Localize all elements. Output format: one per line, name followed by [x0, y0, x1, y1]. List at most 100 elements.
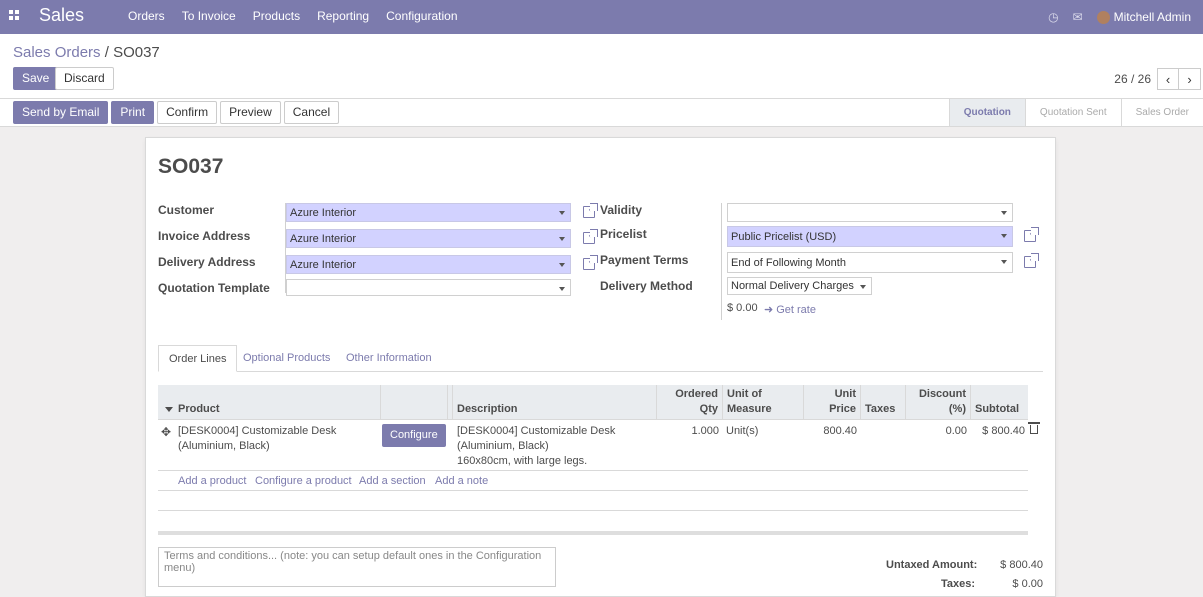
page-title: SO037 — [158, 155, 224, 178]
caret-down-icon[interactable] — [165, 407, 173, 412]
stage-quotation-sent[interactable]: Quotation Sent — [1024, 99, 1121, 126]
order-lines-table: Product Description Ordered Qty Unit of Me… — [158, 385, 1040, 511]
chevron-down-icon — [559, 237, 565, 241]
column-description[interactable]: Description — [453, 385, 657, 420]
row-discount[interactable]: 0.00 — [906, 424, 967, 439]
stage-sales-order[interactable]: Sales Order — [1120, 99, 1203, 126]
cancel-button[interactable]: Cancel — [283, 101, 340, 124]
pager: 26 / 26 ‹ › — [1114, 68, 1203, 90]
invoice-address-label: Invoice Address — [158, 229, 251, 243]
column-discount-line1: Discount — [918, 388, 966, 400]
column-ordered-qty-line1: Ordered — [675, 388, 718, 400]
external-link-icon[interactable] — [1024, 253, 1039, 268]
menu-item-to-invoice[interactable]: To Invoice — [182, 9, 236, 23]
avatar[interactable] — [1096, 10, 1110, 24]
add-section-link[interactable]: Add a section — [359, 475, 426, 487]
row-qty[interactable]: 1.000 — [657, 424, 719, 439]
external-link-icon[interactable] — [583, 229, 598, 244]
app-title[interactable]: Sales — [39, 5, 84, 26]
payment-terms-field[interactable]: End of Following Month — [727, 252, 1013, 273]
column-discount[interactable]: Discount (%) — [906, 385, 971, 420]
invoice-address-field[interactable]: Azure Interior — [286, 229, 571, 248]
menu-item-configuration[interactable]: Configuration — [386, 9, 457, 23]
apps-icon[interactable] — [9, 10, 19, 20]
table-row[interactable]: ✥ [DESK0004] Customizable Desk (Aluminiu… — [158, 420, 1040, 471]
column-unit-price[interactable]: Unit Price — [804, 385, 861, 420]
system-tray: ◷ ✉ Mitchell Admin — [1048, 0, 1203, 34]
column-subtotal[interactable]: Subtotal — [971, 385, 1028, 420]
column-discount-line2: (%) — [948, 403, 966, 415]
top-navbar: Sales Orders To Invoice Products Reporti… — [0, 0, 1203, 34]
external-link-icon[interactable] — [583, 203, 598, 218]
add-product-link[interactable]: Add a product — [178, 475, 247, 487]
external-link-icon[interactable] — [1024, 227, 1039, 242]
terms-and-conditions-input[interactable]: Terms and conditions... (note: you can s… — [158, 547, 556, 587]
column-unit-price-label: Unit Price — [829, 387, 856, 417]
delivery-method-field[interactable]: Normal Delivery Charges — [727, 277, 872, 295]
action-buttons: Send by Email Print Confirm Preview Canc… — [13, 101, 342, 124]
discard-button[interactable]: Discard — [55, 67, 114, 90]
pricelist-value: Public Pricelist (USD) — [731, 231, 837, 243]
row-unit-price[interactable]: 800.40 — [804, 424, 857, 439]
pager-next-button[interactable]: › — [1179, 68, 1201, 90]
tab-other-information[interactable]: Other Information — [336, 345, 442, 372]
drag-handle-icon[interactable]: ✥ — [161, 425, 171, 439]
customer-field[interactable]: Azure Interior — [286, 203, 571, 222]
stage-quotation[interactable]: Quotation — [948, 99, 1025, 126]
tab-order-lines[interactable]: Order Lines — [158, 345, 238, 372]
breadcrumb-sales-orders[interactable]: Sales Orders — [13, 44, 101, 61]
validity-label: Validity — [600, 203, 643, 217]
form-sheet: SO037 Customer Azure Interior Invoice Ad… — [145, 137, 1056, 597]
validity-field[interactable] — [727, 203, 1013, 222]
column-unit-of-measure[interactable]: Unit of Measure — [723, 385, 804, 420]
chevron-left-icon: ‹ — [1165, 71, 1171, 87]
column-ordered-qty-label: Ordered Qty — [675, 387, 718, 417]
status-bar: Send by Email Print Confirm Preview Canc… — [0, 99, 1203, 127]
user-name[interactable]: Mitchell Admin — [1114, 10, 1191, 24]
trash-icon[interactable] — [1028, 422, 1040, 434]
pager-value[interactable]: 26 / 26 — [1114, 72, 1151, 86]
get-rate-link[interactable]: ➜ Get rate — [764, 303, 816, 316]
confirm-button[interactable]: Confirm — [157, 101, 218, 124]
tab-optional-products[interactable]: Optional Products — [233, 345, 340, 372]
empty-row — [158, 491, 1028, 511]
column-uom-label: Unit of Measure — [727, 387, 772, 417]
row-description[interactable]: [DESK0004] Customizable Desk (Aluminium,… — [457, 424, 615, 469]
row-product[interactable]: [DESK0004] Customizable Desk (Aluminium,… — [178, 424, 336, 454]
column-discount-label: Discount (%) — [919, 387, 966, 417]
row-product-line1: [DESK0004] Customizable Desk — [178, 425, 337, 437]
add-line-row: Add a product Configure a product Add a … — [158, 471, 1028, 491]
notebook-tabs: Order Lines Optional Products Other Info… — [158, 345, 1043, 372]
row-product-line2: (Aluminium, Black) — [178, 440, 270, 452]
quotation-template-field[interactable] — [286, 279, 571, 296]
configure-button[interactable]: Configure — [382, 424, 446, 447]
pager-previous-button[interactable]: ‹ — [1157, 68, 1179, 90]
column-product[interactable]: Product — [174, 385, 381, 420]
print-button[interactable]: Print — [111, 101, 155, 124]
taxes-label: Taxes: — [941, 578, 976, 590]
untaxed-amount-label: Untaxed Amount: — [886, 559, 978, 571]
clock-icon[interactable]: ◷ — [1048, 10, 1058, 24]
menu-item-products[interactable]: Products — [253, 9, 300, 23]
preview-button[interactable]: Preview — [220, 101, 281, 124]
menu-item-reporting[interactable]: Reporting — [317, 9, 369, 23]
payment-terms-label: Payment Terms — [600, 253, 689, 267]
external-link-icon[interactable] — [583, 255, 598, 270]
taxes-value: $ 0.00 — [1012, 578, 1043, 590]
get-rate-label: Get rate — [776, 304, 816, 316]
save-button[interactable]: Save — [13, 67, 59, 90]
delivery-address-field[interactable]: Azure Interior — [286, 255, 571, 274]
column-unit-price-line2: Price — [829, 403, 856, 415]
row-uom[interactable]: Unit(s) — [726, 424, 758, 439]
add-note-link[interactable]: Add a note — [435, 475, 488, 487]
send-by-email-button[interactable]: Send by Email — [13, 101, 109, 124]
menu-item-orders[interactable]: Orders — [128, 9, 165, 23]
arrow-right-icon: ➜ — [764, 304, 774, 316]
horizontal-scrollbar[interactable] — [158, 531, 1028, 535]
column-taxes[interactable]: Taxes — [861, 385, 906, 420]
configure-product-link[interactable]: Configure a product — [255, 475, 352, 487]
column-ordered-qty[interactable]: Ordered Qty — [657, 385, 723, 420]
chat-icon[interactable]: ✉ — [1073, 10, 1083, 24]
pricelist-field[interactable]: Public Pricelist (USD) — [727, 226, 1013, 247]
row-description-line3: 160x80cm, with large legs. — [457, 455, 588, 467]
